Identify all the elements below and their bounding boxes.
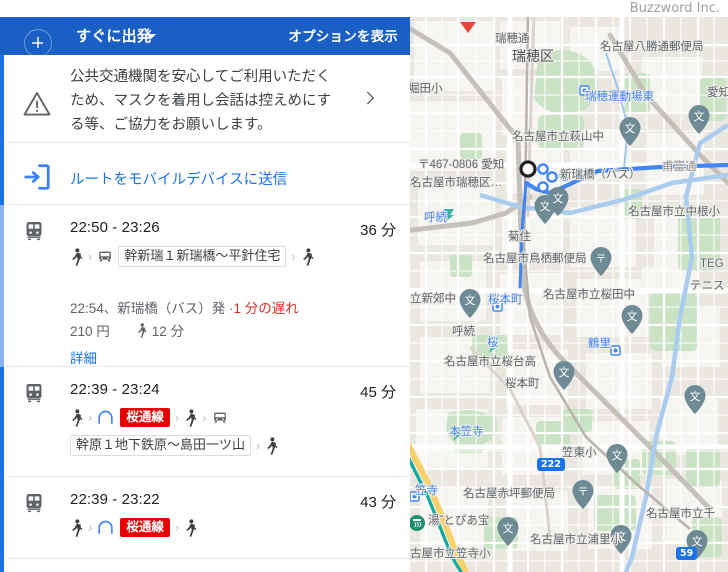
walk-icon (267, 436, 278, 455)
map-label: 立新郊中 (410, 293, 456, 305)
chevron-down-icon[interactable] (146, 34, 156, 39)
step-separator: › (291, 249, 296, 264)
walk-icon (186, 518, 197, 537)
map-label: 呼続 (452, 326, 475, 338)
map-label: 新瑞橋（バス） (560, 169, 641, 181)
origin-circle-marker (519, 160, 537, 178)
bus-icon (213, 412, 226, 423)
walk-icon (137, 322, 147, 338)
plus-circle-icon[interactable] (24, 29, 52, 57)
map-label: 古屋市立笠寺小 (410, 548, 491, 560)
walk-icon (72, 518, 83, 537)
subway-icon (98, 410, 114, 424)
tram-icon (26, 494, 42, 513)
route-time-range: 22:39 - 23:24 (70, 381, 160, 398)
step-separator: › (174, 520, 180, 535)
map-label: 湯ˇとぴあ宝 (428, 515, 490, 527)
walk-icon (186, 408, 197, 427)
map-label: 名古屋市立千 (646, 508, 715, 520)
route-duration: 36 分 (360, 222, 396, 239)
route-steps-line: › 桜通線 › (70, 518, 400, 537)
directions-panel: すぐに出発 オプションを表示 公共交通機関を安心してご利用いただくため、マスクを… (0, 0, 410, 572)
chevron-right-icon[interactable] (362, 90, 378, 106)
departure-options-bar: すぐに出発 オプションを表示 (0, 17, 410, 57)
step-separator: › (174, 410, 180, 425)
map-label: 名古屋市鳥栖郵便局 (483, 253, 587, 265)
route-steps-line: 幹原１地下鉄原〜島田一ツ山 › (70, 435, 400, 456)
map-label: 呼続 (424, 212, 447, 224)
send-to-mobile-label[interactable]: ルートをモバイルデバイスに送信 (70, 168, 287, 189)
map-label: 名古屋市立中根小 (628, 206, 720, 218)
walk-icon (72, 408, 83, 427)
departure-note: 22:54、新瑞橋（バス）発 ·1 分の遅れ (70, 297, 299, 317)
watermark: Buzzword Inc. (629, 1, 720, 16)
show-options-button[interactable]: オプションを表示 (288, 25, 398, 45)
route-shield: 222 (537, 458, 565, 471)
step-separator: › (88, 520, 93, 535)
route-duration: 45 分 (360, 384, 396, 401)
route-shield: 59 (676, 547, 698, 560)
walk-duration: 12 分 (151, 324, 185, 339)
route-steps-line: › 幹新瑞１新瑞橋〜平針住宅 › (70, 246, 400, 267)
route-planner-screen: すぐに出発 オプションを表示 公共交通機関を安心してご利用いただくため、マスクを… (0, 0, 728, 572)
map-label: テニス (690, 280, 725, 292)
transit-line-chip: 幹新瑞１新瑞橋〜平針住宅 (118, 246, 287, 267)
map-label: 笠寺 (415, 485, 438, 497)
step-separator: › (88, 410, 93, 425)
map-label: TEG (700, 258, 724, 270)
tram-icon (26, 222, 42, 241)
fare-and-walk-row: 210 円 12 分 (70, 320, 184, 340)
transit-line-chip: 幹原１地下鉄原〜島田一ツ山 (70, 435, 252, 456)
map-label: 名古屋赤坪郵便局 (463, 488, 555, 500)
departure-note-text: 22:54、新瑞橋（バス）発 · (70, 301, 234, 316)
step-separator: › (202, 410, 207, 425)
step-separator: › (256, 438, 261, 453)
map-label: 菊住 (508, 231, 531, 243)
route-result-item[interactable]: 22:39 - 23:24 45 分 › 桜通線 › › 幹原１地下鉄原〜島田一… (4, 367, 410, 477)
map-label: 瑞穂運動場東 (585, 91, 654, 103)
delay-text: 1 分の遅れ (233, 301, 299, 316)
map-label: 名古屋市立浦里小 (530, 534, 622, 546)
map-view[interactable]: 文 文 文 文 文 文 文 文 文 文 文 文 〒 〒 Buzzword Inc… (410, 0, 728, 572)
map-label: 本笠寺 (449, 426, 484, 438)
warning-triangle-icon (23, 92, 51, 116)
walk-icon (72, 247, 83, 266)
send-to-device-icon[interactable] (22, 162, 52, 192)
map-label: 桜本町 (505, 378, 540, 390)
tram-icon (26, 384, 42, 403)
route-result-item[interactable]: 22:50 - 23:26 36 分 › 幹新瑞１新瑞橋〜平針住宅 › 22:5… (4, 205, 410, 367)
route-time-range: 22:50 - 23:26 (70, 219, 160, 236)
map-label: 堀田小 (410, 83, 443, 95)
map-label: 鶴里 (588, 338, 611, 350)
bus-icon (99, 251, 112, 262)
map-label: 〒467-0806 愛知 (418, 159, 505, 171)
route-result-item[interactable]: 22:39 - 23:22 43 分 › 桜通線 › (4, 477, 410, 559)
fare-amount: 210 円 (70, 324, 110, 339)
map-label: 桜本町 (488, 294, 523, 306)
map-label: 愛知 (707, 87, 728, 99)
depart-now-label[interactable]: すぐに出発 (76, 25, 152, 46)
covid-notice-text: 公共交通機関を安心してご利用いただくため、マスクを着用し会話は控えめにする等、ご… (70, 69, 332, 133)
map-label: 名古屋市瑞穂区… (410, 177, 502, 189)
step-separator: › (88, 249, 93, 264)
map-label: 名古屋八勝通郵便局 (600, 41, 704, 53)
transit-line-badge: 桜通線 (120, 518, 170, 537)
map-label: 桜 (487, 337, 499, 349)
map-label: 笠東小 (562, 447, 597, 459)
map-label: 甫富通 (662, 161, 697, 173)
walk-icon (302, 247, 314, 266)
map-label: 名古屋市立桜台高 (444, 356, 536, 368)
map-label: 瑞穂区 (512, 48, 554, 64)
route-details-link[interactable]: 詳細 (70, 347, 97, 367)
map-label: 名古屋市立萩山中 (512, 131, 604, 143)
route-time-range: 22:39 - 23:22 (70, 491, 160, 508)
selected-route-stripe (0, 205, 4, 367)
map-label: 瑞穂通 (495, 33, 530, 45)
map-label: 名古屋市立桜田中 (543, 289, 635, 301)
route-duration: 43 分 (360, 494, 396, 511)
route-steps-line: › 桜通線 › › (70, 408, 400, 427)
subway-icon (98, 520, 114, 534)
transit-line-badge: 桜通線 (120, 408, 170, 427)
